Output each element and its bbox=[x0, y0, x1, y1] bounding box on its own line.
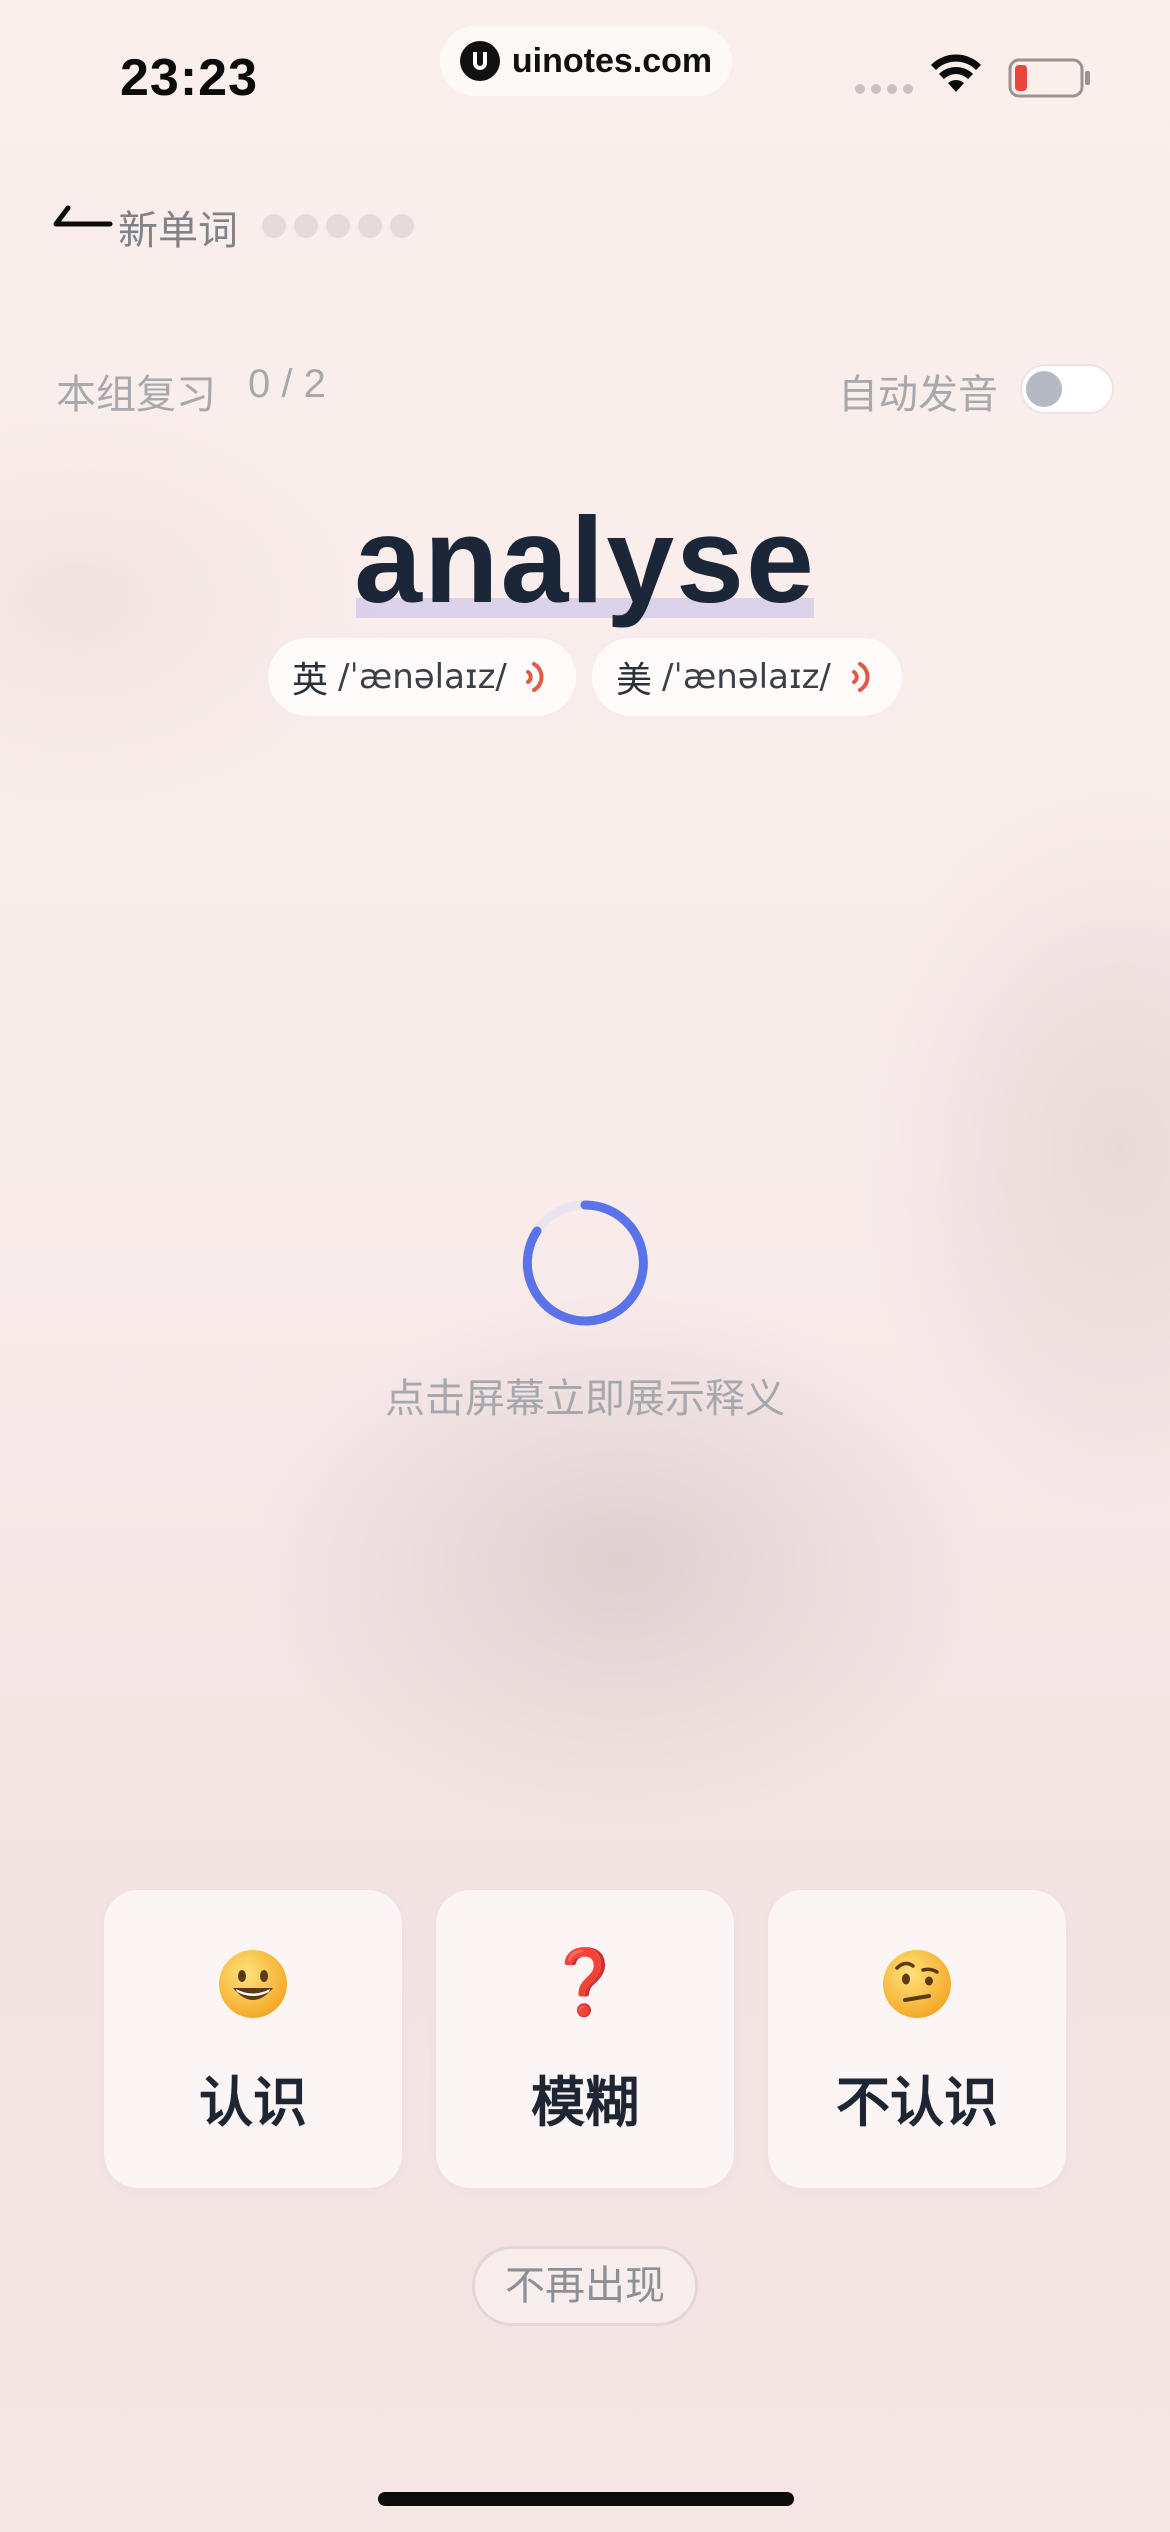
uk-ipa: /ˈænəlaɪz/ bbox=[338, 657, 507, 697]
speaker-icon bbox=[526, 662, 544, 692]
unknown-label: 不认识 bbox=[836, 2071, 998, 2134]
url-text: uinotes.com bbox=[511, 41, 713, 80]
progress-dot bbox=[390, 214, 414, 238]
question-mark-icon: ❓ bbox=[545, 1946, 625, 2020]
back-arrow-icon bbox=[53, 205, 113, 227]
progress-dot bbox=[326, 214, 350, 238]
cellular-signal-icon bbox=[855, 84, 913, 94]
progress-dot bbox=[358, 214, 382, 238]
know-label: 认识 bbox=[199, 2071, 307, 2134]
fuzzy-button[interactable]: ❓ 模糊 bbox=[436, 1890, 734, 2188]
unknown-button[interactable]: 不认识 bbox=[768, 1890, 1066, 2188]
word-area: analyse bbox=[0, 490, 1170, 630]
us-ipa: /ˈænəlaɪz/ bbox=[662, 657, 831, 697]
home-indicator[interactable] bbox=[378, 2492, 794, 2506]
wifi-icon bbox=[931, 54, 981, 92]
url-pill: uinotes.com bbox=[440, 26, 732, 96]
review-label: 本组复习 bbox=[56, 372, 216, 418]
auto-play-label: 自动发音 bbox=[838, 372, 998, 418]
toggle-knob bbox=[1026, 371, 1062, 407]
grinning-face-icon bbox=[104, 1948, 402, 2034]
never-show-button[interactable]: 不再出现 bbox=[472, 2246, 698, 2326]
back-button[interactable] bbox=[50, 198, 116, 250]
uk-pronunciation-button[interactable]: 英 /ˈænəlaɪz/ bbox=[268, 638, 576, 716]
tap-to-show-hint[interactable]: 点击屏幕立即展示释义 bbox=[0, 1366, 1170, 1424]
know-button[interactable]: 认识 bbox=[104, 1890, 402, 2188]
progress-dot bbox=[262, 214, 286, 238]
word-text: analyse bbox=[354, 490, 816, 630]
us-pronunciation-button[interactable]: 美 /ˈænəlaɪz/ bbox=[592, 638, 902, 716]
nav-title: 新单词 bbox=[118, 208, 238, 254]
us-region-label: 美 bbox=[616, 660, 653, 701]
review-count: 0 / 2 bbox=[248, 362, 326, 406]
progress-dots bbox=[262, 214, 414, 238]
word-label: analyse bbox=[354, 492, 816, 628]
uinotes-logo-icon bbox=[459, 41, 500, 81]
status-time: 23:23 bbox=[120, 49, 258, 107]
auto-play-toggle[interactable] bbox=[1020, 364, 1114, 414]
loading-spinner-icon bbox=[522, 1200, 648, 1326]
fuzzy-label: 模糊 bbox=[531, 2071, 639, 2134]
speaker-icon bbox=[852, 662, 870, 692]
uk-region-label: 英 bbox=[292, 660, 329, 701]
progress-dot bbox=[294, 214, 318, 238]
raised-eyebrow-face-icon bbox=[768, 1948, 1066, 2034]
battery-icon bbox=[1008, 58, 1090, 98]
